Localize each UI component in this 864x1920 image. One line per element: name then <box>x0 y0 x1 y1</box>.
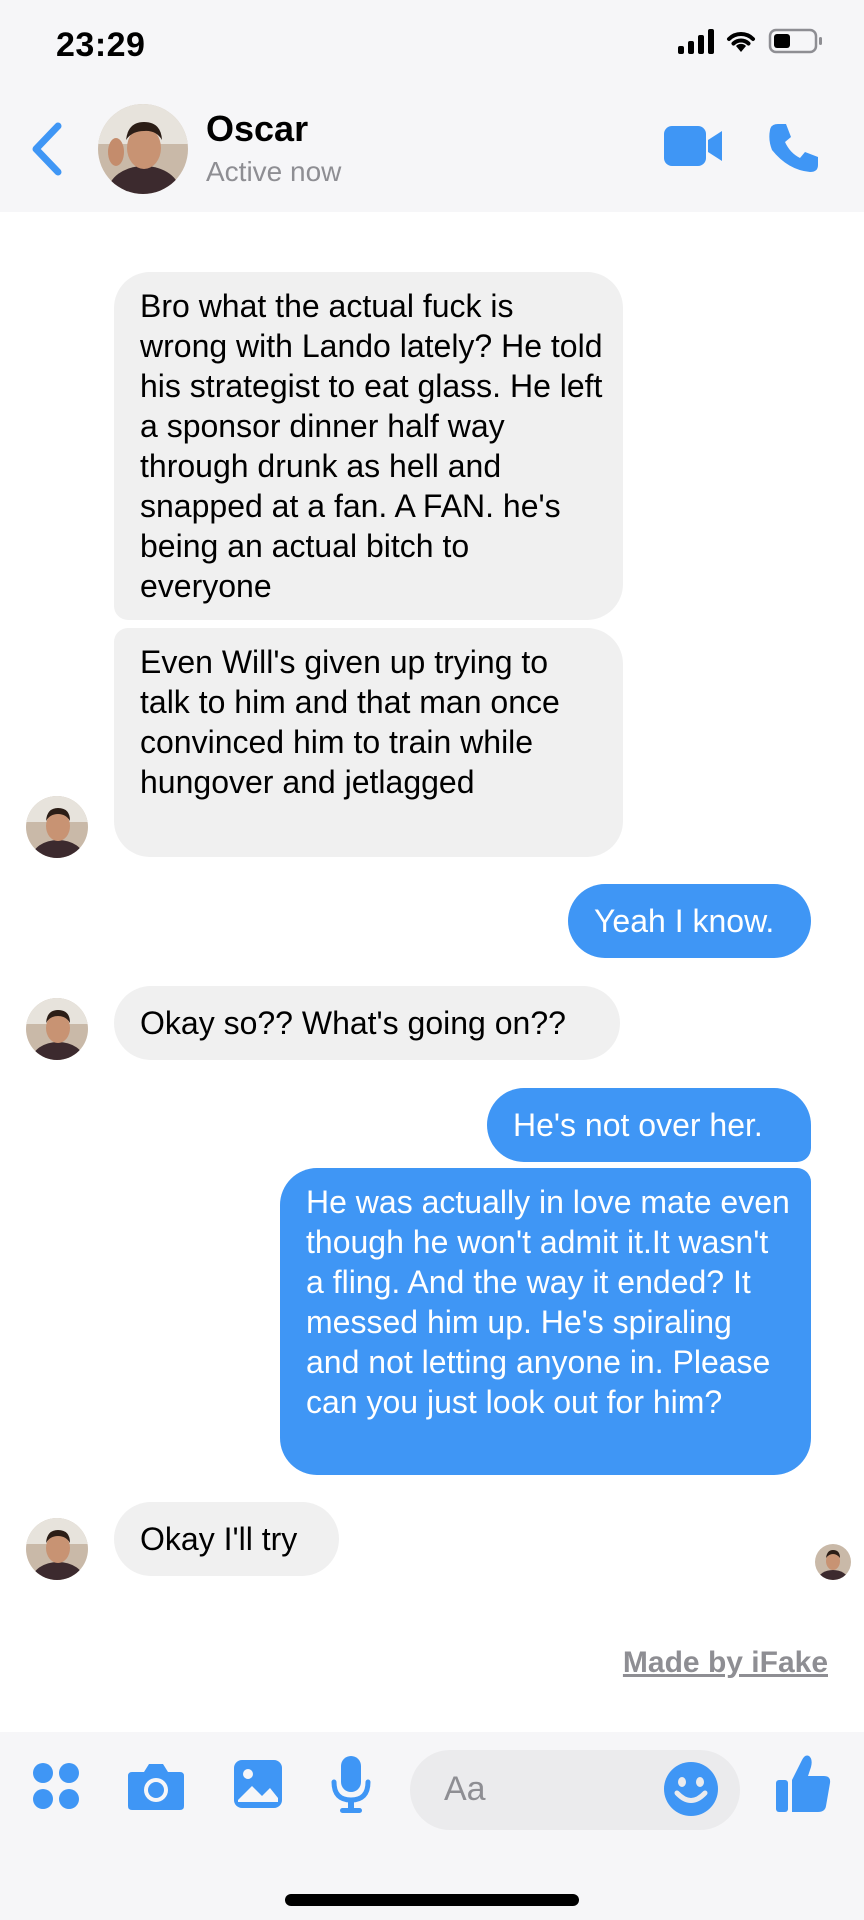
message-list[interactable]: Bro what the actual fuck is wrong with L… <box>0 212 864 1732</box>
status-icons <box>678 28 824 54</box>
status-time: 23:29 <box>56 26 146 64</box>
composer-bar: Aa <box>0 1732 864 1920</box>
message-bubble[interactable]: Even Will's given up trying to talk to h… <box>114 628 623 857</box>
message-input-placeholder: Aa <box>444 1770 486 1808</box>
message-bubble[interactable]: He was actually in love mate even though… <box>280 1168 811 1475</box>
cellular-signal-icon <box>678 28 714 54</box>
contact-avatar[interactable] <box>98 104 188 194</box>
message-bubble[interactable]: Bro what the actual fuck is wrong with L… <box>114 272 623 620</box>
sender-avatar[interactable] <box>26 998 88 1060</box>
message-text: He's not over her. <box>513 1107 763 1143</box>
apps-grid-icon[interactable] <box>32 1762 82 1812</box>
message-input[interactable]: Aa <box>410 1750 740 1830</box>
microphone-icon[interactable] <box>330 1754 372 1814</box>
message-text: Okay I'll try <box>140 1521 298 1557</box>
contact-status: Active now <box>206 156 342 187</box>
camera-icon[interactable] <box>126 1760 186 1812</box>
message-text: He was actually in love mate even though… <box>306 1184 790 1420</box>
phone-call-icon[interactable] <box>766 120 822 176</box>
message-bubble[interactable]: He's not over her. <box>487 1088 811 1162</box>
emoji-icon[interactable] <box>662 1760 720 1818</box>
seen-receipt-avatar <box>815 1544 851 1580</box>
contact-name[interactable]: Oscar <box>206 108 308 150</box>
sender-avatar[interactable] <box>26 796 88 858</box>
message-text: Even Will's given up trying to talk to h… <box>140 644 560 800</box>
message-bubble[interactable]: Okay so?? What's going on?? <box>114 986 620 1060</box>
message-bubble[interactable]: Yeah I know. <box>568 884 811 958</box>
message-bubble[interactable]: Okay I'll try <box>114 1502 339 1576</box>
message-text: Yeah I know. <box>594 903 775 939</box>
message-text: Okay so?? What's going on?? <box>140 1005 566 1041</box>
watermark: Made by iFake <box>622 1646 828 1679</box>
message-text: Bro what the actual fuck is wrong with L… <box>140 288 603 604</box>
back-chevron-icon[interactable] <box>28 120 68 178</box>
gallery-icon[interactable] <box>232 1758 284 1810</box>
battery-icon <box>768 28 822 54</box>
wifi-icon <box>727 32 755 52</box>
top-bar: 23:29 Oscar Active now <box>0 0 864 212</box>
sender-avatar[interactable] <box>26 1518 88 1580</box>
home-indicator[interactable] <box>285 1894 579 1906</box>
video-call-icon[interactable] <box>662 124 724 168</box>
thumbs-up-icon[interactable] <box>774 1752 832 1816</box>
